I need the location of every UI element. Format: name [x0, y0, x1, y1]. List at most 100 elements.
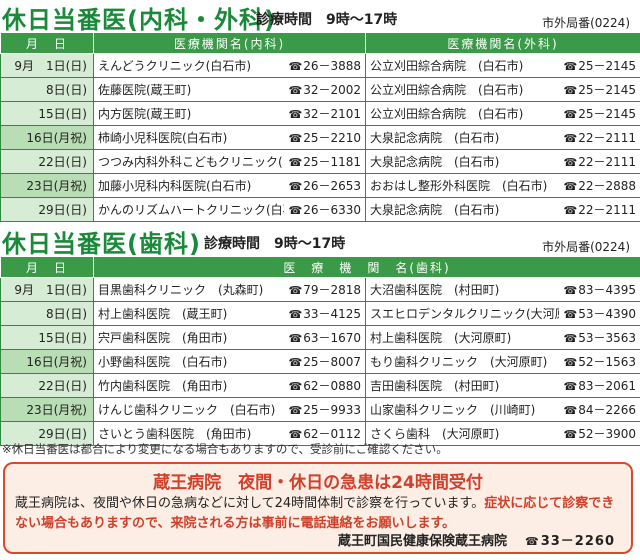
clinic-name: 大泉記念病院 (白石市)	[370, 203, 500, 217]
telephone-icon: ☎	[563, 380, 578, 393]
clinic-cell: 大泉記念病院 (白石市) ☎22－2111	[365, 197, 640, 222]
clinic-name: 小野歯科医院 (白石市)	[98, 355, 228, 369]
clinic-cell: 目黒歯科クリニック (丸森町) ☎79－2818	[93, 277, 366, 302]
clinic-name: 山家歯科クリニック (川崎町)	[370, 403, 536, 417]
clinic-phone-number: 25－2145	[578, 107, 636, 121]
clinic-name: 村上歯科医院 (蔵王町)	[98, 307, 228, 321]
dental-header: 休日当番医(歯科) 診療時間 9時～17時 市外局番(0224)	[0, 224, 640, 258]
telephone-icon: ☎	[563, 108, 578, 121]
clinic-phone-number: 62－0112	[303, 427, 361, 441]
notice-phone: ☎33－2260	[525, 534, 615, 549]
telephone-icon: ☎	[563, 404, 578, 417]
dental-table-header: 月 日 医 療 機 関 名(歯科)	[0, 256, 640, 278]
clinic-name: 公立刈田綜合病院 (白石市)	[370, 59, 524, 73]
notice-body-text: 蔵王病院は、夜間や休日の急病などに対して24時間体制で診察を行っています。	[15, 496, 485, 511]
clinic-phone: ☎22－2111	[559, 201, 636, 218]
date-column-header: 月 日	[0, 256, 94, 278]
internal-header: 休日当番医(内科・外科) 診療時間 9時～17時 市外局番(0224)	[0, 0, 640, 34]
clinic-phone: ☎32－2101	[284, 105, 361, 122]
clinic-cell: 公立刈田綜合病院 (白石市) ☎25－2145	[365, 77, 640, 102]
clinic-phone: ☎22－2888	[559, 177, 636, 194]
clinic-phone: ☎32－2002	[284, 81, 361, 98]
clinic-phone: ☎26－2653	[284, 177, 361, 194]
clinic-cell: 吉田歯科医院 (村田町) ☎83－2061	[365, 373, 640, 398]
clinic-name: 柿崎小児科医院(白石市)	[98, 131, 228, 145]
clinic-phone: ☎53－3563	[559, 329, 636, 346]
internal-table-header: 月 日 医療機関名(内科) 医療機関名(外科)	[0, 32, 640, 54]
clinic-phone-number: 63－1670	[303, 331, 361, 345]
clinic-name: 加藤小児科内科医院(白石市)	[98, 179, 252, 193]
clinic-cell: 柿崎小児科医院(白石市) ☎25－2210	[93, 125, 366, 150]
internal-area-code: 市外局番(0224)	[542, 16, 630, 30]
clinic-phone-number: 62－0880	[303, 379, 361, 393]
notice-footer: 蔵王町国民健康保険蔵王病院 ☎33－2260	[338, 530, 615, 549]
clinic-cell: おおはし整形外科医院 (白石市) ☎22－2888	[365, 173, 640, 198]
date-cell: 8日(日)	[0, 77, 94, 102]
clinic-name: スエヒロデンタルクリニック(大河原町)	[370, 307, 559, 321]
dental-section: 休日当番医(歯科) 診療時間 9時～17時 市外局番(0224) 月 日 医 療…	[0, 224, 640, 446]
clinic-phone: ☎62－0112	[284, 425, 361, 442]
zao-hospital-notice: 蔵王病院 夜間・休日の急患は24時間受付 蔵王病院は、夜間や休日の急病などに対し…	[3, 462, 633, 554]
clinic-phone-number: 84－2266	[578, 403, 636, 417]
telephone-icon: ☎	[288, 180, 303, 193]
clinic-phone: ☎83－4395	[559, 281, 636, 298]
clinic-phone: ☎26－6330	[284, 201, 361, 218]
clinic-cell: けんじ歯科クリニック (白石市) ☎25－9933	[93, 397, 366, 422]
telephone-icon: ☎	[563, 308, 578, 321]
date-cell: 9月 1日(日)	[0, 277, 94, 302]
table-row: 8日(日) 佐藤医院(蔵王町) ☎32－2002 公立刈田綜合病院 (白石市) ☎25－…	[0, 77, 640, 102]
date-cell: 23日(月祝)	[0, 397, 94, 422]
clinic-phone: ☎25－1181	[284, 153, 361, 170]
clinic-name: けんじ歯科クリニック (白石市)	[98, 403, 276, 417]
notice-phone-number: 33－2260	[540, 534, 615, 549]
date-cell: 22日(日)	[0, 149, 94, 174]
telephone-icon: ☎	[563, 180, 578, 193]
dental-column-header: 医 療 機 関 名(歯科)	[93, 256, 640, 278]
clinic-phone: ☎79－2818	[284, 281, 361, 298]
clinic-phone: ☎52－3900	[559, 425, 636, 442]
telephone-icon: ☎	[563, 284, 578, 297]
clinic-phone: ☎63－1670	[284, 329, 361, 346]
clinic-name: 宍戸歯科医院 (角田市)	[98, 331, 228, 345]
internal-table: 月 日 医療機関名(内科) 医療機関名(外科) 9月 1日(日) えんどうクリニッ…	[0, 32, 640, 222]
clinic-phone-number: 53－4390	[578, 307, 636, 321]
clinic-name: えんどうクリニック(白石市)	[98, 59, 252, 73]
clinic-phone: ☎25－2145	[559, 105, 636, 122]
telephone-icon: ☎	[563, 84, 578, 97]
telephone-icon: ☎	[525, 535, 540, 548]
telephone-icon: ☎	[288, 108, 303, 121]
clinic-phone-number: 32－2101	[303, 107, 361, 121]
clinic-cell: 内方医院(蔵王町) ☎32－2101	[93, 101, 366, 126]
internal-hours: 診療時間 9時～17時	[256, 12, 398, 28]
clinic-phone: ☎22－2111	[559, 153, 636, 170]
internal-column-header: 医療機関名(内科)	[93, 32, 366, 54]
clinic-phone-number: 53－3563	[578, 331, 636, 345]
clinic-phone-number: 52－3900	[578, 427, 636, 441]
telephone-icon: ☎	[288, 156, 303, 169]
clinic-phone-number: 25－2145	[578, 59, 636, 73]
clinic-phone: ☎33－4125	[284, 305, 361, 322]
dental-area-code: 市外局番(0224)	[542, 240, 630, 254]
telephone-icon: ☎	[288, 356, 303, 369]
clinic-cell: 大泉記念病院 (白石市) ☎22－2111	[365, 149, 640, 174]
clinic-phone-number: 25－8007	[303, 355, 361, 369]
clinic-cell: 公立刈田綜合病院 (白石市) ☎25－2145	[365, 53, 640, 78]
table-row: 16日(月祝) 小野歯科医院 (白石市) ☎25－8007 もり歯科クリニック (大河…	[0, 349, 640, 374]
table-row: 16日(月祝) 柿崎小児科医院(白石市) ☎25－2210 大泉記念病院 (白石市) ☎…	[0, 125, 640, 150]
table-row: 15日(日) 宍戸歯科医院 (角田市) ☎63－1670 村上歯科医院 (大河原町) ☎…	[0, 325, 640, 350]
date-cell: 16日(月祝)	[0, 349, 94, 374]
clinic-cell: もり歯科クリニック (大河原町) ☎52－1563	[365, 349, 640, 374]
date-cell: 15日(日)	[0, 101, 94, 126]
clinic-cell: 小野歯科医院 (白石市) ☎25－8007	[93, 349, 366, 374]
telephone-icon: ☎	[288, 204, 303, 217]
clinic-cell: 佐藤医院(蔵王町) ☎32－2002	[93, 77, 366, 102]
clinic-name: 目黒歯科クリニック (丸森町)	[98, 283, 264, 297]
clinic-name: 村上歯科医院 (大河原町)	[370, 331, 512, 345]
clinic-name: さいとう歯科医院 (角田市)	[98, 427, 252, 441]
clinic-phone: ☎84－2266	[559, 401, 636, 418]
clinic-cell: 村上歯科医院 (大河原町) ☎53－3563	[365, 325, 640, 350]
clinic-phone-number: 83－2061	[578, 379, 636, 393]
telephone-icon: ☎	[563, 428, 578, 441]
clinic-phone: ☎25－2210	[284, 129, 361, 146]
clinic-phone-number: 22－2111	[578, 131, 636, 145]
